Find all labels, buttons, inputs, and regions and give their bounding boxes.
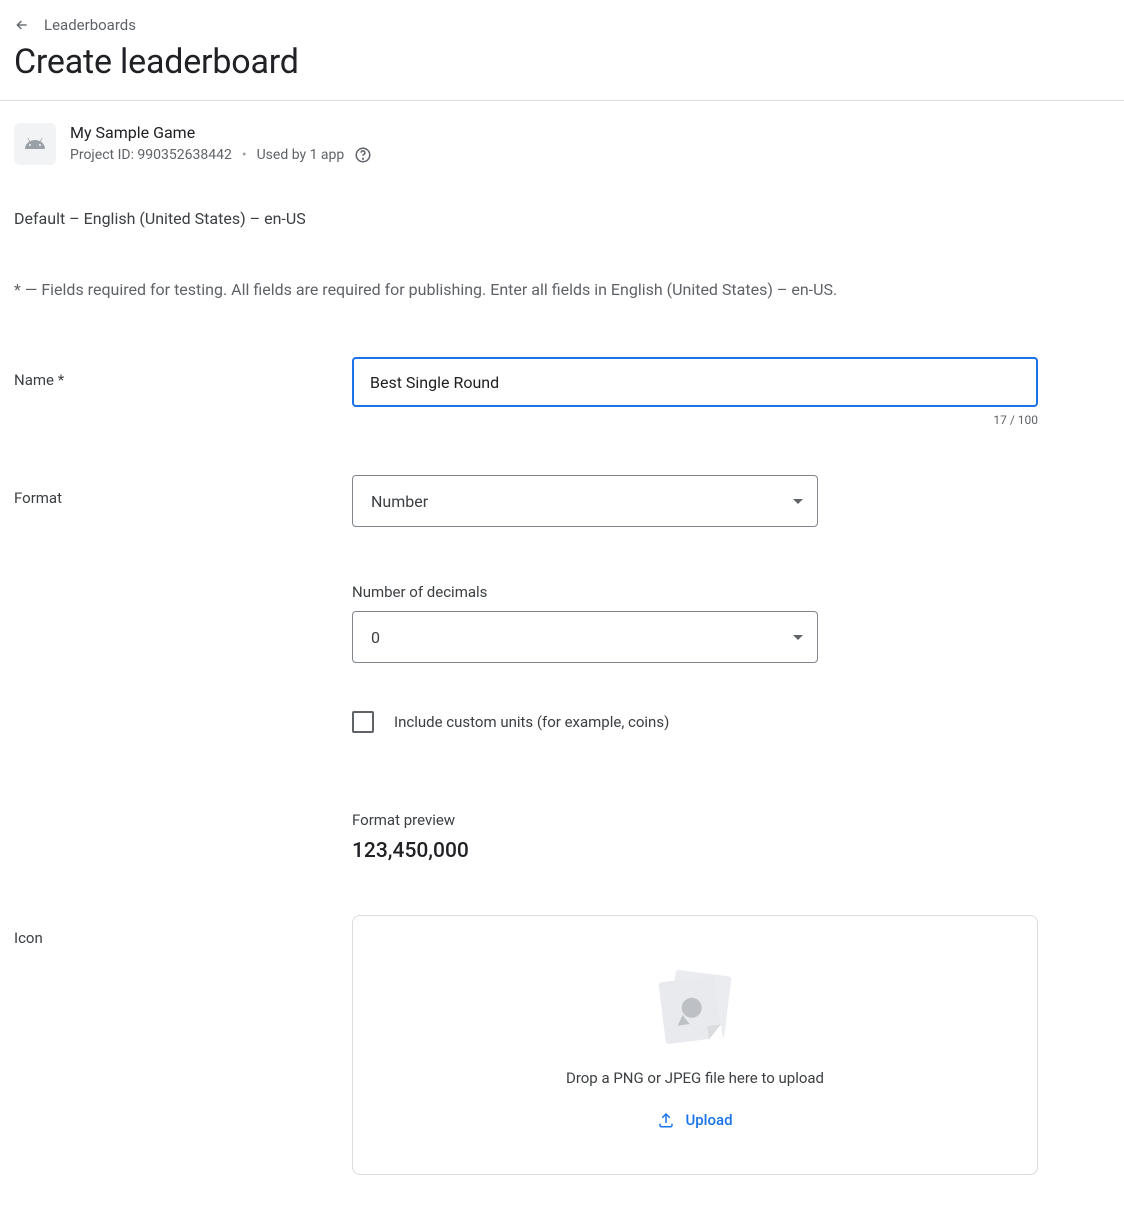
decimals-selected-value: 0 (371, 628, 380, 647)
decimals-select[interactable]: 0 (352, 611, 818, 663)
upload-button[interactable]: Upload (657, 1111, 732, 1129)
project-info: My Sample Game Project ID: 990352638442 … (14, 123, 1110, 165)
name-char-count: 17 / 100 (352, 413, 1038, 427)
icon-label: Icon (14, 915, 352, 947)
format-select[interactable]: Number (352, 475, 818, 527)
separator-dot: • (242, 147, 247, 163)
locale-text: Default – English (United States) – en-U… (14, 209, 1110, 228)
format-preview-value: 123,450,000 (352, 839, 1038, 863)
format-selected-value: Number (371, 492, 428, 511)
decimals-label: Number of decimals (352, 583, 1038, 601)
name-input[interactable] (352, 357, 1038, 407)
required-note: * — Fields required for testing. All fie… (14, 280, 1110, 299)
name-label: Name * (14, 357, 352, 389)
file-stack-icon (658, 973, 732, 1047)
project-usage: Used by 1 app (257, 147, 345, 163)
custom-units-checkbox[interactable] (352, 711, 374, 733)
help-icon[interactable] (354, 146, 372, 164)
back-arrow-icon[interactable] (14, 17, 30, 33)
format-label: Format (14, 475, 352, 507)
chevron-down-icon (793, 635, 803, 640)
upload-icon (657, 1111, 675, 1129)
project-name: My Sample Game (70, 123, 372, 142)
chevron-down-icon (793, 499, 803, 504)
icon-dropzone[interactable]: Drop a PNG or JPEG file here to upload U… (352, 915, 1038, 1175)
android-icon (14, 123, 56, 165)
dropzone-text: Drop a PNG or JPEG file here to upload (566, 1069, 824, 1087)
custom-units-label: Include custom units (for example, coins… (394, 713, 669, 731)
format-preview-label: Format preview (352, 811, 1038, 829)
project-id: Project ID: 990352638442 (70, 147, 232, 163)
page-title: Create leaderboard (14, 42, 1110, 82)
upload-button-label: Upload (685, 1111, 732, 1129)
divider (0, 100, 1124, 101)
breadcrumb: Leaderboards (14, 16, 1110, 34)
breadcrumb-label[interactable]: Leaderboards (44, 16, 136, 34)
